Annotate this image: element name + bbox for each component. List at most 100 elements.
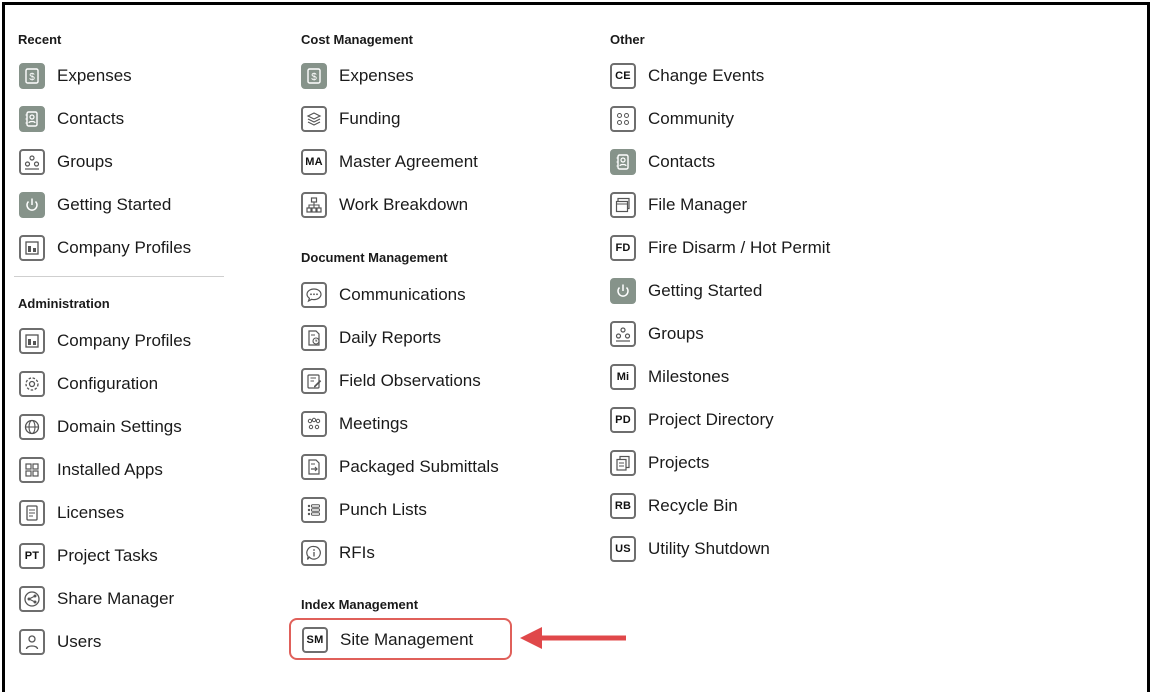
menu-item-other-community[interactable]: Community — [610, 104, 734, 134]
menu-item-label: Share Manager — [57, 589, 175, 608]
menu-item-label: Contacts — [57, 109, 125, 128]
menu-item-other-utility-shutdown[interactable]: US Utility Shutdown — [610, 534, 770, 564]
menu-item-cost-expenses[interactable]: $ Expenses — [301, 61, 414, 91]
company-icon — [19, 235, 45, 261]
menu-item-label: Project Directory — [648, 410, 774, 429]
hierarchy-icon — [301, 192, 327, 218]
menu-item-doc-field-observations[interactable]: Field Observations — [301, 366, 481, 396]
menu-item-label: Contacts — [648, 152, 716, 171]
project-directory-icon: PD — [610, 407, 636, 433]
power-icon — [610, 278, 636, 304]
menu-item-other-projects[interactable]: Projects — [610, 448, 709, 478]
menu-item-other-change-events[interactable]: CE Change Events — [610, 61, 764, 91]
menu-item-recent-company-profiles[interactable]: Company Profiles — [19, 233, 191, 263]
menu-item-label: Licenses — [57, 503, 125, 522]
observation-icon — [301, 368, 327, 394]
menu-item-doc-daily-reports[interactable]: Daily Reports — [301, 323, 441, 353]
project-tasks-icon: PT — [19, 543, 45, 569]
menu-item-label: Groups — [648, 324, 704, 343]
section-header-recent: Recent — [18, 32, 62, 47]
menu-item-label: Company Profiles — [57, 238, 192, 257]
menu-item-label: Projects — [648, 453, 710, 472]
fire-disarm-icon: FD — [610, 235, 636, 261]
menu-item-other-fire-disarm[interactable]: FD Fire Disarm / Hot Permit — [610, 233, 830, 263]
community-icon — [610, 106, 636, 132]
menu-item-cost-funding[interactable]: Funding — [301, 104, 400, 134]
menu-item-other-contacts[interactable]: Contacts — [610, 147, 715, 177]
menu-item-doc-punch-lists[interactable]: Punch Lists — [301, 495, 427, 525]
dollar-icon: $ — [19, 63, 45, 89]
section-header-administration: Administration — [18, 296, 110, 311]
gear-icon — [19, 371, 45, 397]
menu-item-admin-licenses[interactable]: Licenses — [19, 498, 124, 528]
recycle-bin-icon: RB — [610, 493, 636, 519]
groups-icon — [610, 321, 636, 347]
menu-item-admin-domain-settings[interactable]: Domain Settings — [19, 412, 182, 442]
contacts-icon — [610, 149, 636, 175]
menu-item-doc-packaged-submittals[interactable]: Packaged Submittals — [301, 452, 499, 482]
section-header-other: Other — [610, 32, 645, 47]
menu-item-label: Change Events — [648, 66, 765, 85]
apps-icon — [19, 457, 45, 483]
menu-item-doc-rfis[interactable]: RFIs — [301, 538, 375, 568]
menu-item-label: RFIs — [339, 543, 375, 562]
menu-item-other-file-manager[interactable]: File Manager — [610, 190, 747, 220]
menu-item-admin-share-manager[interactable]: Share Manager — [19, 584, 174, 614]
menu-item-recent-expenses[interactable]: $ Expenses — [19, 61, 132, 91]
share-icon — [19, 586, 45, 612]
menu-item-label: Configuration — [57, 374, 159, 393]
globe-icon — [19, 414, 45, 440]
menu-item-label: Groups — [57, 152, 113, 171]
section-divider — [14, 276, 224, 277]
menu-item-label: Daily Reports — [339, 328, 442, 347]
menu-item-other-project-directory[interactable]: PD Project Directory — [610, 405, 774, 435]
menu-item-other-groups[interactable]: Groups — [610, 319, 704, 349]
menu-item-admin-configuration[interactable]: Configuration — [19, 369, 158, 399]
funding-icon — [301, 106, 327, 132]
menu-item-other-milestones[interactable]: Mi Milestones — [610, 362, 729, 392]
menu-item-doc-communications[interactable]: Communications — [301, 280, 466, 310]
dollar-icon: $ — [301, 63, 327, 89]
menu-item-admin-installed-apps[interactable]: Installed Apps — [19, 455, 163, 485]
callout-arrow-icon — [520, 627, 626, 649]
menu-item-recent-groups[interactable]: Groups — [19, 147, 113, 177]
meetings-icon — [301, 411, 327, 437]
contacts-icon — [19, 106, 45, 132]
section-header-index-management: Index Management — [301, 597, 419, 612]
menu-item-label: Getting Started — [648, 281, 763, 300]
list-icon — [301, 497, 327, 523]
change-events-icon: CE — [610, 63, 636, 89]
menu-item-label: Users — [57, 632, 102, 651]
menu-item-label: Company Profiles — [57, 331, 192, 350]
menu-item-label: Fire Disarm / Hot Permit — [648, 238, 831, 257]
menu-item-label: Domain Settings — [57, 417, 182, 436]
site-management-icon: SM — [302, 627, 328, 653]
menu-item-cost-master-agreement[interactable]: MA Master Agreement — [301, 147, 478, 177]
menu-item-other-getting-started[interactable]: Getting Started — [610, 276, 762, 306]
menu-item-label: Expenses — [339, 66, 414, 85]
master-agreement-icon: MA — [301, 149, 327, 175]
menu-item-label: Packaged Submittals — [339, 457, 499, 476]
chat-icon — [301, 282, 327, 308]
menu-item-other-recycle-bin[interactable]: RB Recycle Bin — [610, 491, 738, 521]
submittals-icon — [301, 454, 327, 480]
menu-item-label: Field Observations — [339, 371, 481, 390]
menu-item-label: Installed Apps — [57, 460, 163, 479]
menu-item-label: Milestones — [648, 367, 730, 386]
menu-item-doc-meetings[interactable]: Meetings — [301, 409, 408, 439]
svg-text:$: $ — [311, 72, 317, 83]
menu-item-admin-company-profiles[interactable]: Company Profiles — [19, 326, 191, 356]
menu-item-admin-users[interactable]: Users — [19, 627, 101, 657]
menu-item-label: Recycle Bin — [648, 496, 738, 515]
menu-item-label: File Manager — [648, 195, 748, 214]
menu-item-label: Master Agreement — [339, 152, 478, 171]
menu-item-recent-contacts[interactable]: Contacts — [19, 104, 124, 134]
menu-item-site-management[interactable]: SM Site Management — [302, 625, 473, 655]
menu-item-admin-project-tasks[interactable]: PT Project Tasks — [19, 541, 158, 571]
menu-item-cost-work-breakdown[interactable]: Work Breakdown — [301, 190, 468, 220]
menu-item-label: Project Tasks — [57, 546, 158, 565]
utility-shutdown-icon: US — [610, 536, 636, 562]
menu-item-recent-getting-started[interactable]: Getting Started — [19, 190, 171, 220]
menu-item-label: Funding — [339, 109, 401, 128]
projects-icon — [610, 450, 636, 476]
